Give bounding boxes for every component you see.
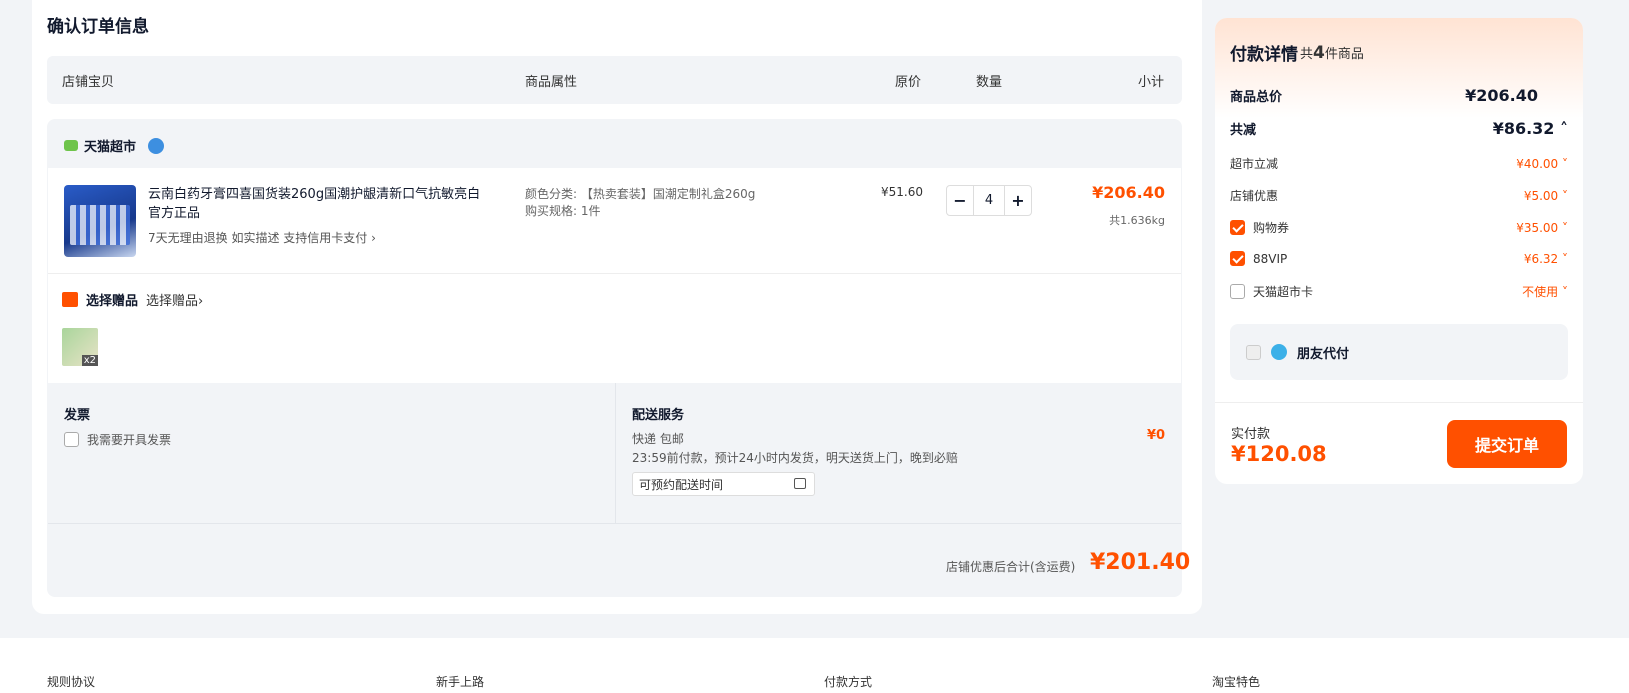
product-image[interactable] [64, 185, 136, 257]
shop-total-label: 店铺优惠后合计(含运费) [946, 560, 1076, 574]
item-weight: 共1.636kg [1109, 214, 1165, 227]
col-price: 原价 [895, 75, 922, 90]
invoice-option[interactable]: 我需要开具发票 [64, 431, 171, 448]
item-count: 共4件商品 [1300, 43, 1364, 63]
vip-checkbox[interactable] [1230, 251, 1245, 266]
product-title[interactable]: 云南白药牙膏四喜国货装260g国潮护龈清新口气抗敏亮白官方正品 [148, 185, 493, 223]
tmall-card-row[interactable]: 天猫超市卡 不使用 ˅ [1230, 283, 1568, 300]
quantity-input[interactable]: 4 [973, 186, 1005, 215]
submit-order-button[interactable]: 提交订单 [1447, 420, 1567, 468]
paid-amount: ¥120.08 [1231, 442, 1327, 466]
minus-button[interactable]: − [947, 191, 973, 210]
footer-link[interactable]: 规则协议 [47, 673, 95, 690]
discount-shop[interactable]: 店铺优惠 ¥5.00 ˅ [1230, 187, 1568, 204]
divider [1215, 402, 1583, 403]
delivery-method: 快递 包邮 [632, 432, 684, 446]
footer-link[interactable]: 新手上路 [436, 673, 484, 690]
tmall-card-checkbox[interactable] [1230, 284, 1245, 299]
item-subtotal: ¥206.40 [1092, 183, 1165, 202]
divider [615, 383, 616, 523]
shipping-fee: ¥0 [1147, 428, 1166, 443]
plus-button[interactable]: + [1005, 191, 1031, 210]
discount-row[interactable]: 共减 ¥86.32 ˄ [1230, 119, 1568, 138]
divider [48, 523, 1181, 524]
quantity-stepper[interactable]: − 4 + [946, 185, 1032, 216]
chat-icon[interactable] [148, 137, 165, 154]
gift-count: x2 [81, 355, 98, 366]
service-tags[interactable]: 7天无理由退换 如实描述 支持信用卡支付 › [148, 229, 376, 246]
footer-link[interactable]: 付款方式 [824, 673, 872, 690]
goods-total-row: 商品总价 ¥206.40 [1230, 86, 1538, 105]
delivery-promise: 23:59前付款，预计24小时内发货，明天送货上门，晚到必赔 [632, 451, 958, 465]
attr-color: 颜色分类: 【热卖套装】国潮定制礼盒260g [525, 187, 756, 201]
gift-label: 选择赠品 选择赠品› [62, 290, 203, 309]
gift-image[interactable]: x2 [62, 328, 98, 366]
col-subtotal: 小计 [1138, 75, 1165, 90]
col-shop-item: 店铺宝贝 [62, 75, 115, 90]
shop-total-value: ¥201.40 [1090, 550, 1191, 575]
choose-gift-link[interactable]: 选择赠品› [146, 290, 203, 309]
discount-coupon[interactable]: 购物券 ¥35.00 ˅ [1230, 219, 1568, 236]
payment-title: 付款详情 [1230, 45, 1298, 65]
product-attributes: 颜色分类: 【热卖套装】国潮定制礼盒260g 购买规格: 1件 [525, 186, 755, 220]
original-price: ¥51.60 [881, 185, 923, 199]
friend-pay-checkbox[interactable] [1246, 344, 1261, 360]
tmall-icon [64, 140, 78, 151]
discount-88vip[interactable]: 88VIP ¥6.32 ˅ [1230, 251, 1568, 266]
shop-name[interactable]: 天猫超市 [64, 136, 165, 155]
invoice-title: 发票 [64, 408, 91, 423]
col-qty: 数量 [976, 75, 1003, 90]
paid-label: 实付款 [1231, 427, 1271, 442]
invoice-checkbox[interactable] [64, 432, 79, 447]
calendar-icon [794, 478, 806, 489]
attr-spec: 购买规格: 1件 [525, 204, 601, 218]
delivery-time-input[interactable]: 可预约配送时间 [632, 472, 815, 496]
page-title: 确认订单信息 [47, 17, 149, 37]
delivery-title: 配送服务 [632, 408, 685, 423]
column-header: 店铺宝贝 商品属性 原价 数量 小计 [47, 56, 1182, 104]
footer-link[interactable]: 淘宝特色 [1212, 673, 1260, 690]
gift-section [48, 273, 1181, 383]
friend-pay[interactable]: 朋友代付 [1230, 324, 1568, 380]
footer: 规则协议 新手上路 付款方式 淘宝特色 [0, 638, 1629, 693]
friend-pay-icon [1271, 344, 1287, 360]
discount-supermarket[interactable]: 超市立减 ¥40.00 ˅ [1230, 155, 1568, 172]
gift-icon [62, 292, 78, 307]
coupon-checkbox[interactable] [1230, 220, 1245, 235]
col-attr: 商品属性 [525, 75, 578, 90]
